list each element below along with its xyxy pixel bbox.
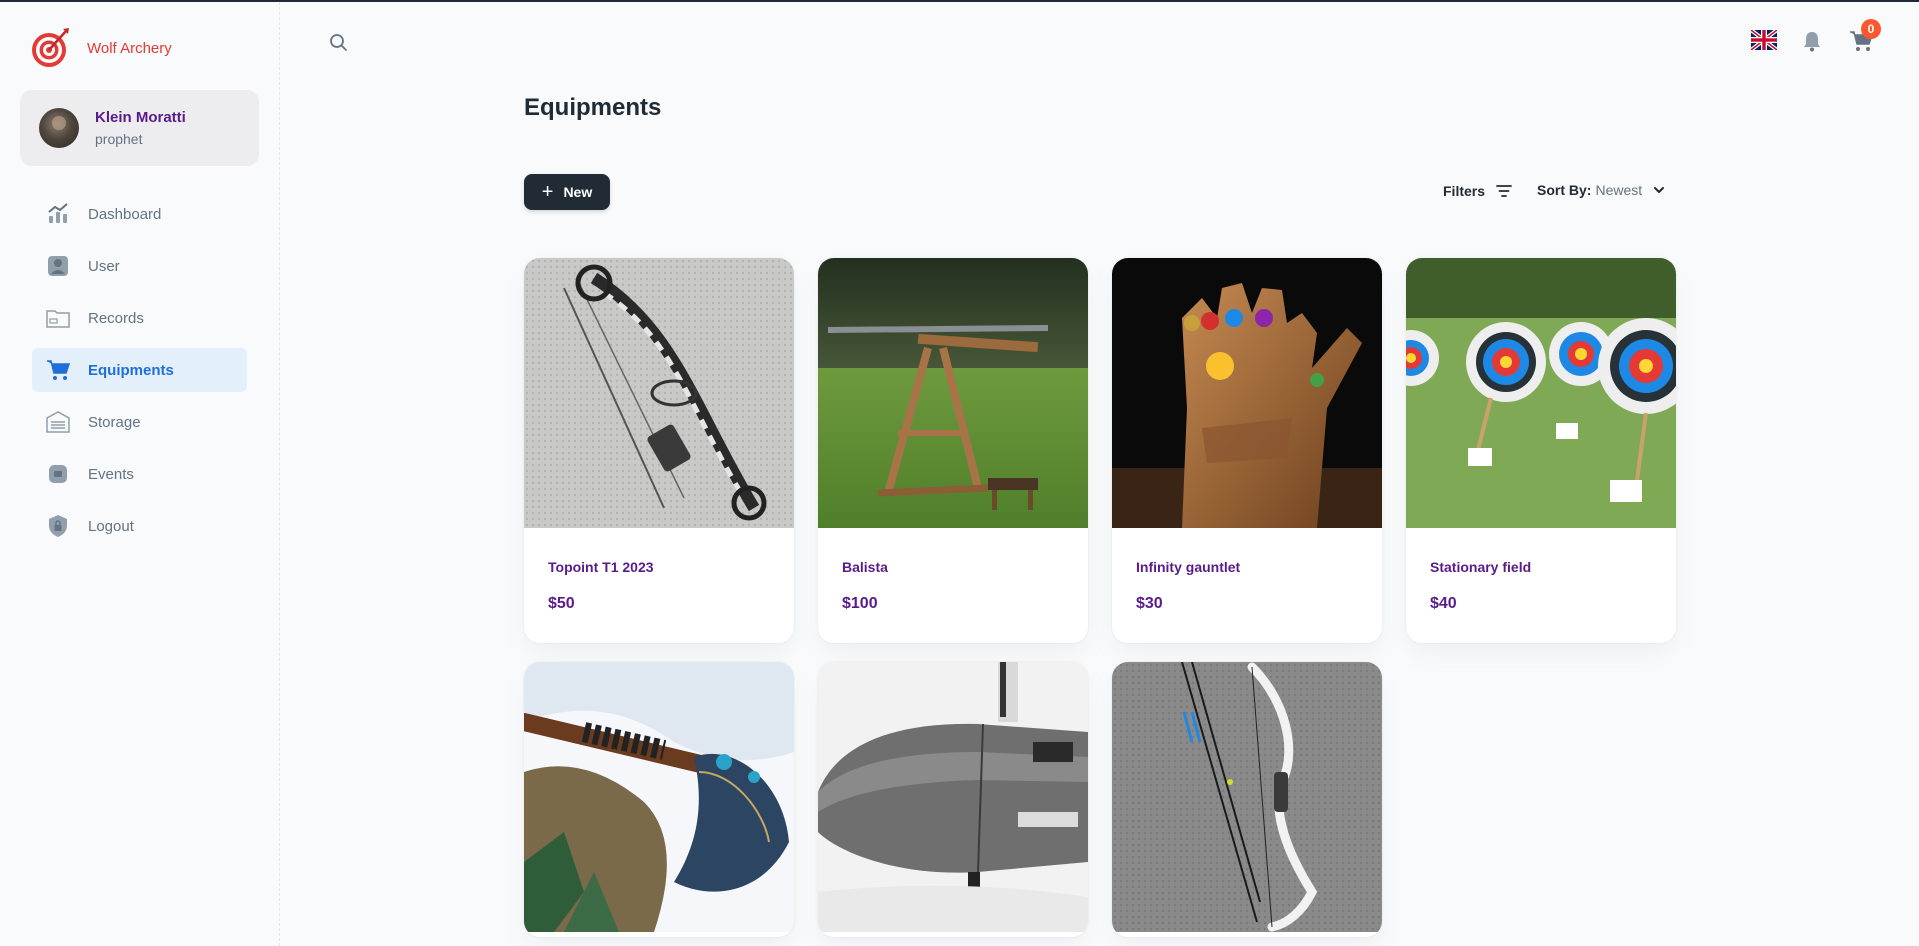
cart-count-badge: 0 <box>1861 19 1881 39</box>
product-image <box>1406 258 1676 528</box>
sidebar-item-label: Events <box>88 465 134 483</box>
new-button[interactable]: + New <box>524 174 610 210</box>
product-card[interactable] <box>524 662 794 937</box>
product-card[interactable] <box>818 662 1088 937</box>
account-name: Klein Moratti <box>95 109 186 126</box>
plus-icon: + <box>541 181 554 203</box>
top-border <box>0 0 1919 2</box>
bell-icon[interactable] <box>1800 29 1824 53</box>
product-name[interactable]: Balista <box>842 559 1064 575</box>
sidebar-item-events[interactable]: Events <box>32 452 247 496</box>
product-name[interactable]: Infinity gauntlet <box>1136 559 1358 575</box>
product-info: Stationary field $40 <box>1406 533 1676 643</box>
filters-label: Filters <box>1443 183 1486 199</box>
account-card[interactable]: Klein Moratti prophet <box>20 90 259 166</box>
page-title: Equipments <box>524 94 662 121</box>
product-card[interactable]: Stationary field $40 <box>1406 258 1676 643</box>
product-price: $50 <box>548 595 575 612</box>
sidebar-item-storage[interactable]: Storage <box>32 400 247 444</box>
sidebar-item-label: Records <box>88 309 144 327</box>
search-icon[interactable] <box>326 30 350 54</box>
product-info: Topoint T1 2023 $50 <box>524 533 794 643</box>
product-price: $100 <box>842 595 878 612</box>
product-image <box>1112 662 1382 932</box>
product-image <box>1112 258 1382 528</box>
new-button-label: New <box>563 184 593 200</box>
product-image <box>818 662 1088 932</box>
product-name[interactable]: Topoint T1 2023 <box>548 559 770 575</box>
sidebar-item-records[interactable]: Records <box>32 296 247 340</box>
folder-icon <box>46 306 70 330</box>
chevron-down-icon <box>1654 187 1665 193</box>
product-info: Infinity gauntlet $30 <box>1112 533 1382 643</box>
product-image <box>524 662 794 932</box>
filter-icon <box>1496 185 1512 197</box>
brand[interactable]: Wolf Archery <box>31 26 172 70</box>
sidebar-item-user[interactable]: User <box>32 244 247 288</box>
sidebar-item-label: Equipments <box>88 361 174 379</box>
sidebar-item-label: Logout <box>88 517 134 535</box>
lock-icon <box>46 514 70 538</box>
sidebar-item-label: Dashboard <box>88 205 162 223</box>
product-price: $40 <box>1430 595 1457 612</box>
sidebar-item-dashboard[interactable]: Dashboard <box>32 192 247 236</box>
brand-name: Wolf Archery <box>87 39 172 57</box>
sort-dropdown[interactable]: Sort By: Newest <box>1537 182 1666 198</box>
product-card[interactable]: Infinity gauntlet $30 <box>1112 258 1382 643</box>
sidebar-item-equipments[interactable]: Equipments <box>32 348 247 392</box>
sort-value: Newest <box>1595 182 1643 198</box>
sidebar-item-label: Storage <box>88 413 141 431</box>
cart-icon <box>46 358 70 382</box>
calendar-icon <box>46 462 70 486</box>
product-card[interactable]: Topoint T1 2023 $50 <box>524 258 794 643</box>
filters-button[interactable]: Filters <box>1443 182 1513 200</box>
chart-icon <box>46 202 70 226</box>
product-info: Balista $100 <box>818 533 1088 643</box>
avatar <box>39 108 79 148</box>
archery-target-icon <box>32 28 69 67</box>
sidebar-nav: Dashboard User Records Equipments Storag… <box>32 192 247 556</box>
product-card[interactable]: Balista $100 <box>818 258 1088 643</box>
sidebar-item-logout[interactable]: Logout <box>32 504 247 548</box>
sort-label: Sort By: <box>1537 182 1592 198</box>
product-price: $30 <box>1136 595 1163 612</box>
product-card[interactable] <box>1112 662 1382 937</box>
uk-flag-icon[interactable] <box>1751 30 1777 50</box>
account-role: prophet <box>95 131 143 147</box>
user-icon <box>46 254 70 278</box>
product-image <box>524 258 794 528</box>
product-name[interactable]: Stationary field <box>1430 559 1652 575</box>
sidebar: Wolf Archery Klein Moratti prophet Dashb… <box>0 2 280 946</box>
account-info: Klein Moratti prophet <box>95 109 186 147</box>
product-image <box>818 258 1088 528</box>
sidebar-item-label: User <box>88 257 120 275</box>
warehouse-icon <box>46 410 70 434</box>
